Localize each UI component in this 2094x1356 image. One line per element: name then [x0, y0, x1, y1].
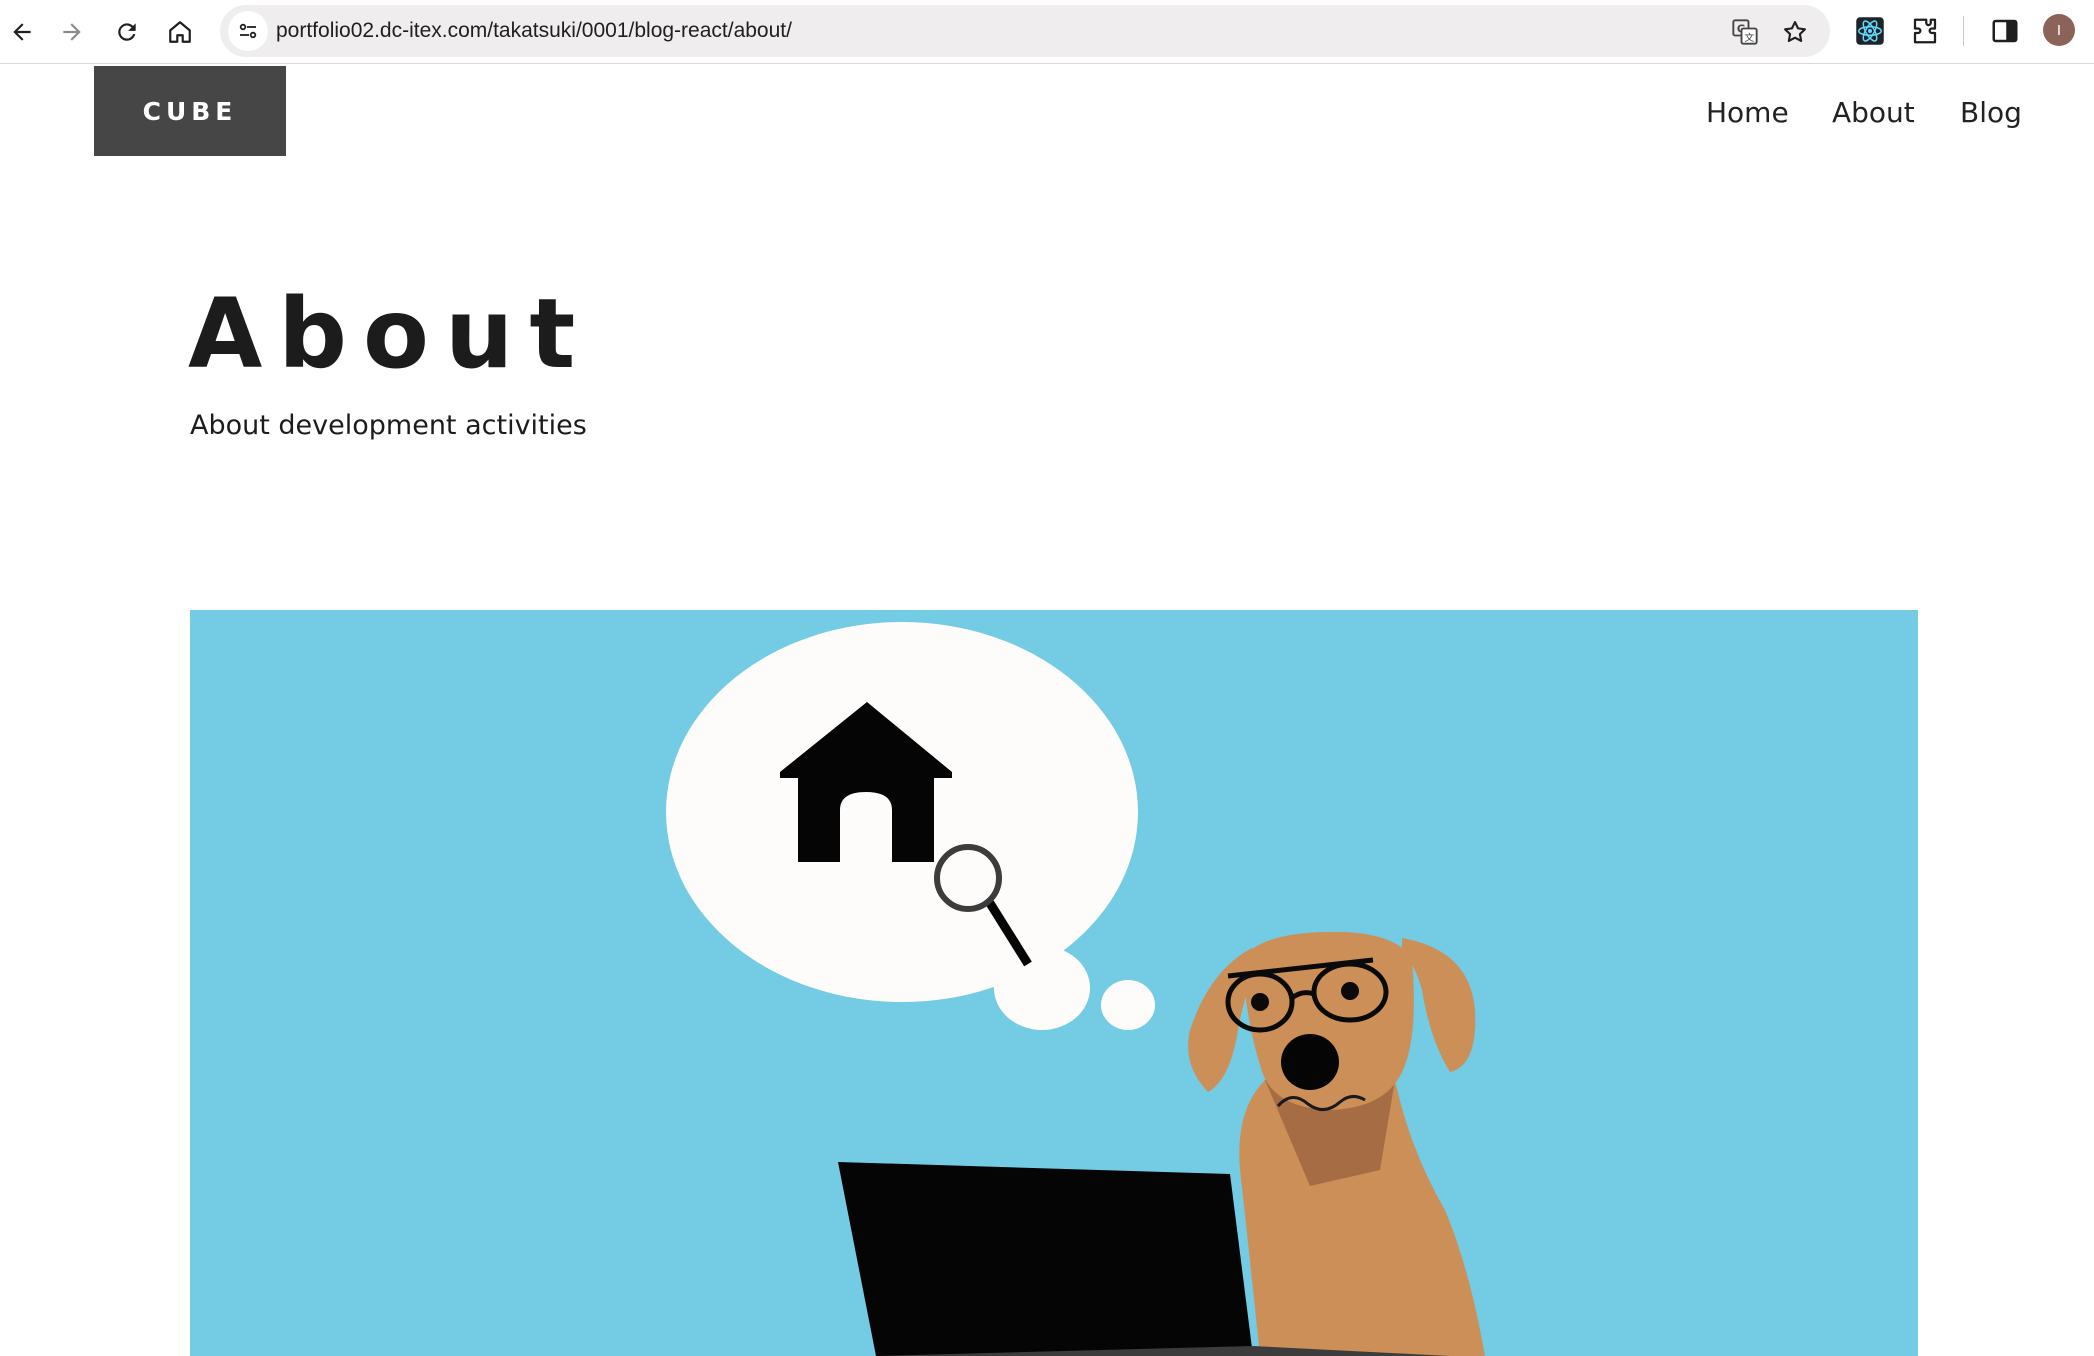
home-button[interactable] — [158, 10, 202, 54]
back-button[interactable] — [0, 10, 44, 54]
bookmark-star-icon — [1784, 21, 1806, 43]
dog-with-laptop-illustration — [666, 622, 1485, 1356]
home-icon — [169, 21, 191, 43]
side-panel-icon — [1992, 19, 2018, 43]
toolbar-separator — [1963, 16, 1964, 46]
page-title: About — [188, 278, 592, 390]
thought-bubble-tiny — [1101, 980, 1155, 1030]
browser-toolbar: portfolio02.dc-itex.com/takatsuki/0001/b… — [0, 0, 2094, 64]
extensions-button[interactable] — [1908, 14, 1942, 48]
laptop — [838, 1162, 1253, 1356]
thought-bubble-small — [994, 946, 1090, 1030]
site-settings-icon — [239, 23, 257, 39]
dog-nose — [1281, 1034, 1339, 1090]
side-panel-button[interactable] — [1988, 14, 2022, 48]
address-bar[interactable]: portfolio02.dc-itex.com/takatsuki/0001/b… — [220, 5, 1830, 57]
forward-icon — [63, 23, 81, 41]
reload-icon — [118, 23, 136, 41]
hero-illustration — [190, 610, 1918, 1356]
back-icon — [13, 23, 31, 41]
page-subtitle: About development activities — [190, 410, 587, 441]
nav-link-home[interactable]: Home — [1706, 96, 1789, 129]
forward-button[interactable] — [50, 10, 94, 54]
extensions-icon — [1913, 18, 1937, 44]
reload-button[interactable] — [105, 10, 149, 54]
react-devtools-icon — [1856, 17, 1884, 45]
dog-eye-right — [1341, 982, 1359, 1000]
react-devtools-button[interactable] — [1853, 14, 1887, 48]
translate-button[interactable]: G 文 — [1730, 17, 1760, 47]
translate-icon: G 文 — [1732, 19, 1758, 45]
url-text[interactable]: portfolio02.dc-itex.com/takatsuki/0001/b… — [276, 19, 792, 43]
site-settings-button[interactable] — [228, 11, 268, 51]
site-nav: Home About Blog — [0, 96, 2094, 136]
dog-eye-left — [1251, 993, 1269, 1011]
nav-link-blog[interactable]: Blog — [1960, 96, 2022, 129]
svg-text:文: 文 — [1744, 31, 1754, 44]
bookmark-button[interactable] — [1780, 17, 1810, 47]
profile-avatar[interactable]: I — [2043, 14, 2075, 46]
nav-link-about[interactable]: About — [1832, 96, 1915, 129]
